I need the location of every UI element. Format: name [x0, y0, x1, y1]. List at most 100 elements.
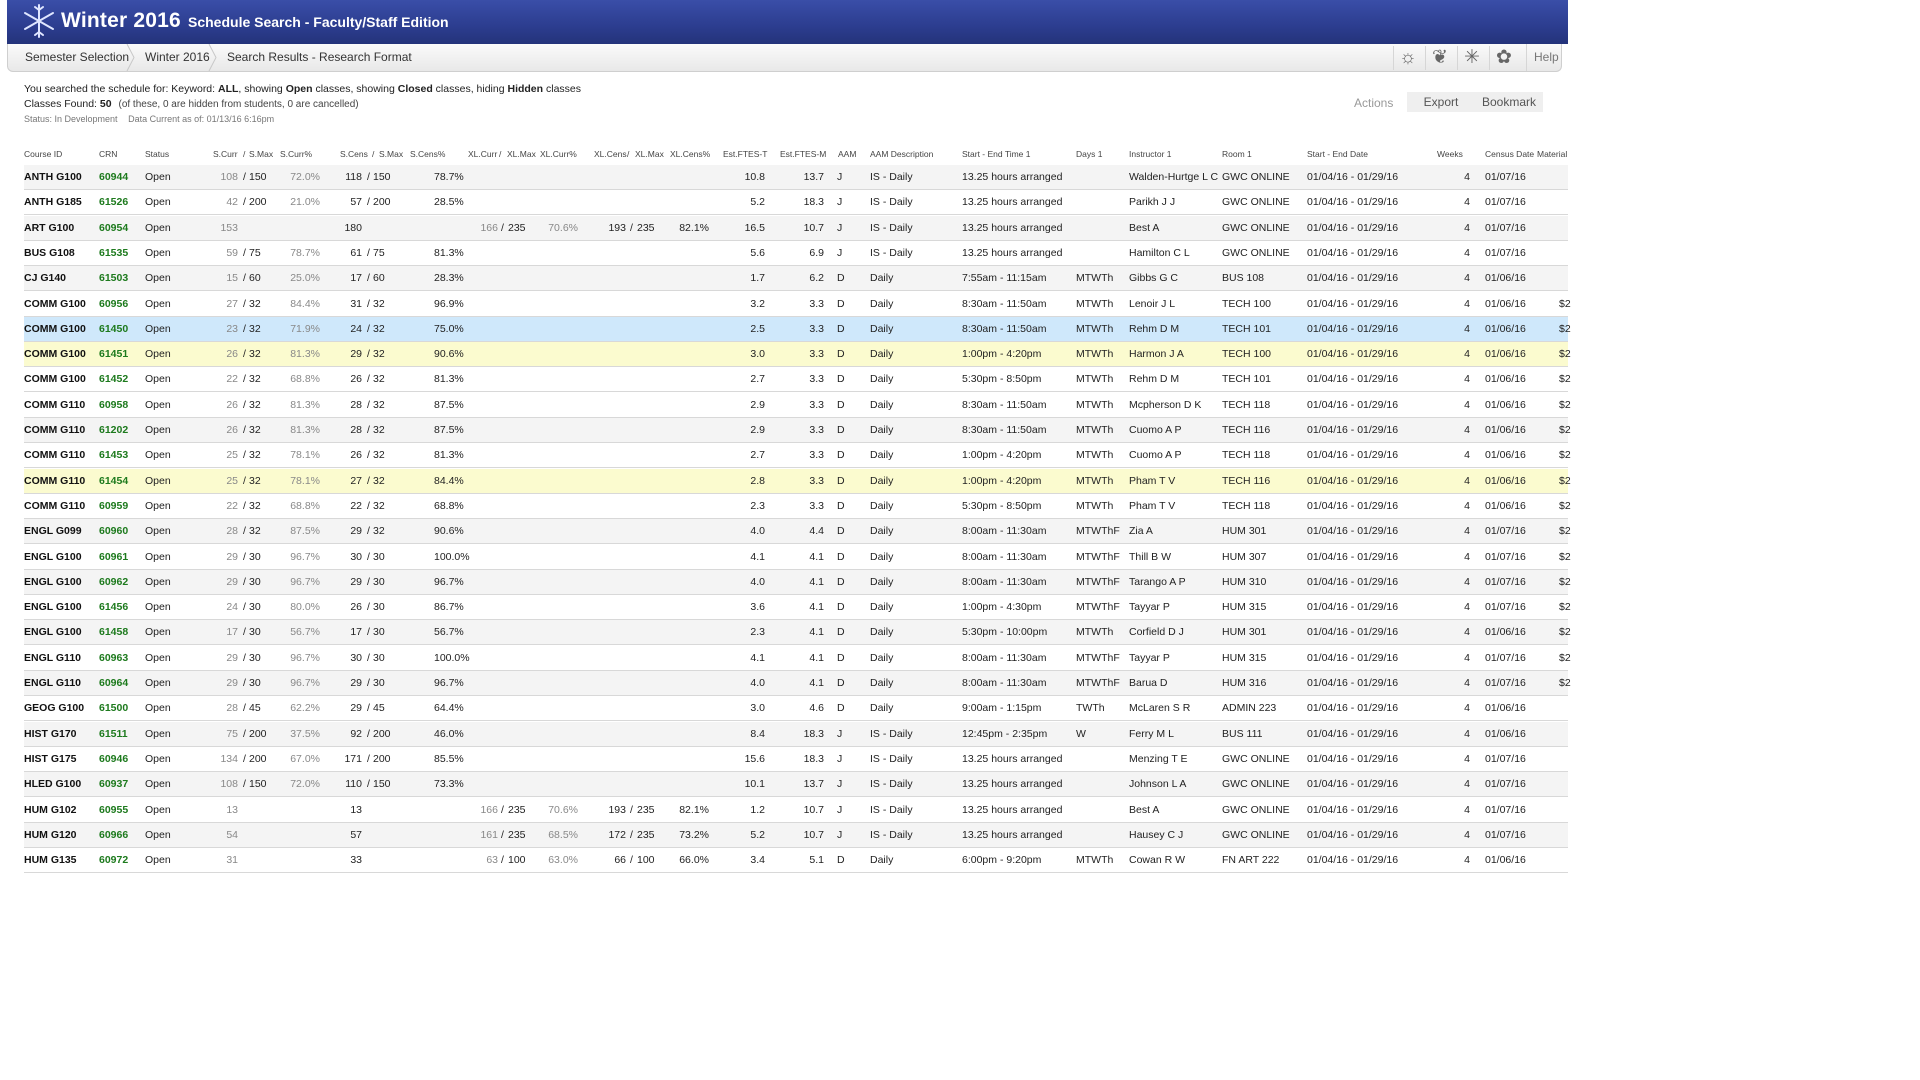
- table-row[interactable]: ANTH G100 60944 Open 108 150 72.0% 118 150 78.7%…: [24, 165, 1568, 190]
- col-xl-max[interactable]: XL.Max: [507, 149, 536, 159]
- leaf-icon[interactable]: ❦: [1425, 46, 1454, 70]
- col-dates[interactable]: Start - End Date: [1307, 149, 1368, 159]
- col-s-max2[interactable]: S.Max: [379, 149, 403, 159]
- cell-census: 01/06/16: [1485, 297, 1526, 310]
- cell-crn[interactable]: 60959: [99, 500, 139, 512]
- snowflake-icon[interactable]: ✳: [1457, 46, 1486, 70]
- cell-crn[interactable]: 60966: [99, 829, 139, 841]
- cell-crn[interactable]: 60956: [99, 298, 139, 310]
- cell-crn[interactable]: 60955: [99, 804, 139, 816]
- table-row[interactable]: ENGL G100 61458 Open 17 30 56.7% 17 30 56.7% 2.3 4…: [24, 620, 1571, 646]
- cell-crn[interactable]: 61456: [99, 601, 139, 613]
- col-aam[interactable]: AAM: [838, 149, 856, 159]
- col-status[interactable]: Status: [145, 149, 169, 159]
- cell-crn[interactable]: 60954: [99, 222, 139, 234]
- help-link[interactable]: Help: [1526, 44, 1559, 71]
- table-row[interactable]: COMM G110 60959 Open 22 32 68.8% 22 32 68.8% 2.3 3…: [24, 494, 1571, 519]
- table-row[interactable]: ENGL G100 60961 Open 29 30 96.7% 30 30 100.0% 4.1…: [24, 545, 1571, 570]
- export-button[interactable]: Export: [1407, 92, 1475, 112]
- col-crn[interactable]: CRN: [99, 149, 117, 159]
- col-instructor[interactable]: Instructor 1: [1129, 149, 1172, 159]
- col-est-ftes-m[interactable]: Est.FTES-M: [780, 149, 826, 159]
- cell-crn[interactable]: 60946: [99, 753, 139, 765]
- cell-crn[interactable]: 61511: [99, 728, 139, 740]
- cell-crn[interactable]: 61535: [99, 247, 139, 259]
- col-xl-curr-pct[interactable]: XL.Curr%: [540, 149, 577, 159]
- col-xl-cens[interactable]: XL.Cens: [594, 149, 627, 159]
- cell-crn[interactable]: 60963: [99, 652, 139, 664]
- table-row[interactable]: HIST G170 61511 Open 75 200 37.5% 92 200 46.0% 8.…: [24, 721, 1568, 747]
- table-row[interactable]: HUM G135 60972 Open 31 33 63 100 63.0% 66 100 66.0…: [24, 848, 1568, 874]
- table-row[interactable]: ENGL G110 60964 Open 29 30 96.7% 29 30 96.7% 4.0 4…: [24, 671, 1571, 696]
- col-days[interactable]: Days 1: [1076, 149, 1102, 159]
- cell-crn[interactable]: 61450: [99, 323, 139, 335]
- table-row[interactable]: BUS G108 61535 Open 59 75 78.7% 61 75 81.3% 5.6 6.…: [24, 241, 1568, 266]
- cell-crn[interactable]: 61458: [99, 626, 139, 638]
- table-row[interactable]: COMM G110 61202 Open 26 32 81.3% 28 32 87.5% 2.9 3…: [24, 418, 1571, 443]
- cell-crn[interactable]: 61452: [99, 373, 139, 385]
- cell-dates: 01/04/16 - 01/29/16: [1307, 651, 1399, 664]
- sun-icon[interactable]: ☼: [1393, 46, 1422, 70]
- cell-crn[interactable]: 60972: [99, 854, 139, 866]
- cell-instructor: Johnson L A: [1129, 778, 1187, 791]
- col-weeks[interactable]: Weeks: [1437, 149, 1463, 159]
- col-xl-cens-pct[interactable]: XL.Cens%: [670, 149, 710, 159]
- table-row[interactable]: HLED G100 60937 Open 108 150 72.0% 110 150 73.3%…: [24, 772, 1568, 798]
- table-row[interactable]: ENGL G099 60960 Open 28 32 87.5% 29 32 90.6% 4.0 4…: [24, 519, 1571, 545]
- cell-weeks: 4: [1464, 752, 1470, 765]
- col-s-curr[interactable]: S.Curr: [213, 149, 238, 159]
- cell-ftes-t: 2.7: [750, 373, 765, 386]
- table-row[interactable]: CJ G140 61503 Open 15 60 25.0% 17 60 28.3% 1.7 6.2…: [24, 266, 1568, 292]
- table-row[interactable]: HUM G102 60955 Open 13 13 166 235 70.6% 193 235 82…: [24, 798, 1568, 823]
- col-aam-description[interactable]: AAM Description: [870, 149, 933, 159]
- breadcrumb-semester-selection[interactable]: Semester Selection: [25, 44, 129, 71]
- cell-crn[interactable]: 61500: [99, 702, 139, 714]
- cell-course: HUM G102: [24, 803, 77, 816]
- table-row[interactable]: COMM G100 61451 Open 26 32 81.3% 29 32 90.6% 3.0 3…: [24, 342, 1571, 368]
- col-census-date[interactable]: Census Date: [1485, 149, 1534, 159]
- table-row[interactable]: ANTH G185 61526 Open 42 200 21.0% 57 200 28.5% 5.…: [24, 190, 1568, 216]
- cell-crn[interactable]: 60961: [99, 551, 139, 563]
- col-material[interactable]: Material: [1537, 149, 1567, 159]
- cell-crn[interactable]: 61202: [99, 424, 139, 436]
- cell-crn[interactable]: 61526: [99, 196, 139, 208]
- table-row[interactable]: COMM G100 61450 Open 23 32 71.9% 24 32 75.0% 2.5 3…: [24, 316, 1571, 342]
- col-s-cens[interactable]: S.Cens: [340, 149, 368, 159]
- cell-crn[interactable]: 61503: [99, 272, 139, 284]
- table-row[interactable]: COMM G100 60956 Open 27 32 84.4% 31 32 96.9% 3.2 3…: [24, 292, 1571, 317]
- cell-crn[interactable]: 61453: [99, 449, 139, 461]
- table-row[interactable]: ENGL G100 61456 Open 24 30 80.0% 26 30 86.7% 3.6 4…: [24, 595, 1571, 621]
- cell-crn[interactable]: 60962: [99, 576, 139, 588]
- col-xl-max2[interactable]: XL.Max: [635, 149, 664, 159]
- col-s-cens-pct[interactable]: S.Cens%: [410, 149, 445, 159]
- cell-course: HLED G100: [24, 778, 82, 791]
- table-row[interactable]: COMM G110 60958 Open 26 32 81.3% 28 32 87.5% 2.9 3…: [24, 393, 1571, 418]
- cell-crn[interactable]: 60937: [99, 778, 139, 790]
- cell-crn[interactable]: 60944: [99, 171, 139, 183]
- flower-icon[interactable]: ✿: [1489, 46, 1518, 70]
- table-row[interactable]: HIST G175 60946 Open 134 200 67.0% 171 200 85.5%…: [24, 747, 1568, 772]
- table-row[interactable]: ENGL G100 60962 Open 29 30 96.7% 29 30 96.7% 4.0 4…: [24, 569, 1571, 595]
- table-row[interactable]: GEOG G100 61500 Open 28 45 62.2% 29 45 64.4% 3.0 4…: [24, 696, 1568, 722]
- col-time[interactable]: Start - End Time 1: [962, 149, 1031, 159]
- cell-crn[interactable]: 60958: [99, 399, 139, 411]
- table-row[interactable]: ART G100 60954 Open 153 180 166 235 70.6% 193 235…: [24, 215, 1568, 241]
- table-row[interactable]: COMM G100 61452 Open 22 32 68.8% 26 32 81.3% 2.7 3…: [24, 367, 1571, 393]
- col-s-max[interactable]: S.Max: [249, 149, 273, 159]
- cell-s-cens-pct: 96.7%: [434, 677, 464, 689]
- cell-crn[interactable]: 61454: [99, 475, 139, 487]
- table-row[interactable]: COMM G110 61454 Open 25 32 78.1% 27 32 84.4% 2.8 3…: [24, 468, 1571, 494]
- cell-crn[interactable]: 61451: [99, 348, 139, 360]
- breadcrumb-winter-2016[interactable]: Winter 2016: [145, 44, 210, 71]
- cell-crn[interactable]: 60960: [99, 525, 139, 537]
- cell-crn[interactable]: 60964: [99, 677, 139, 689]
- table-row[interactable]: COMM G110 61453 Open 25 32 78.1% 26 32 81.3% 2.7 3…: [24, 443, 1571, 469]
- table-row[interactable]: HUM G120 60966 Open 54 57 161 235 68.5% 172 235 73…: [24, 822, 1568, 848]
- bookmark-button[interactable]: Bookmark: [1475, 92, 1543, 112]
- col-s-curr-pct[interactable]: S.Curr%: [280, 149, 312, 159]
- col-course-id[interactable]: Course ID: [24, 149, 62, 159]
- col-room[interactable]: Room 1: [1222, 149, 1252, 159]
- table-row[interactable]: ENGL G110 60963 Open 29 30 96.7% 30 30 100.0% 4.1…: [24, 646, 1571, 671]
- col-xl-curr[interactable]: XL.Curr: [468, 149, 497, 159]
- col-est-ftes-t[interactable]: Est.FTES-T: [723, 149, 767, 159]
